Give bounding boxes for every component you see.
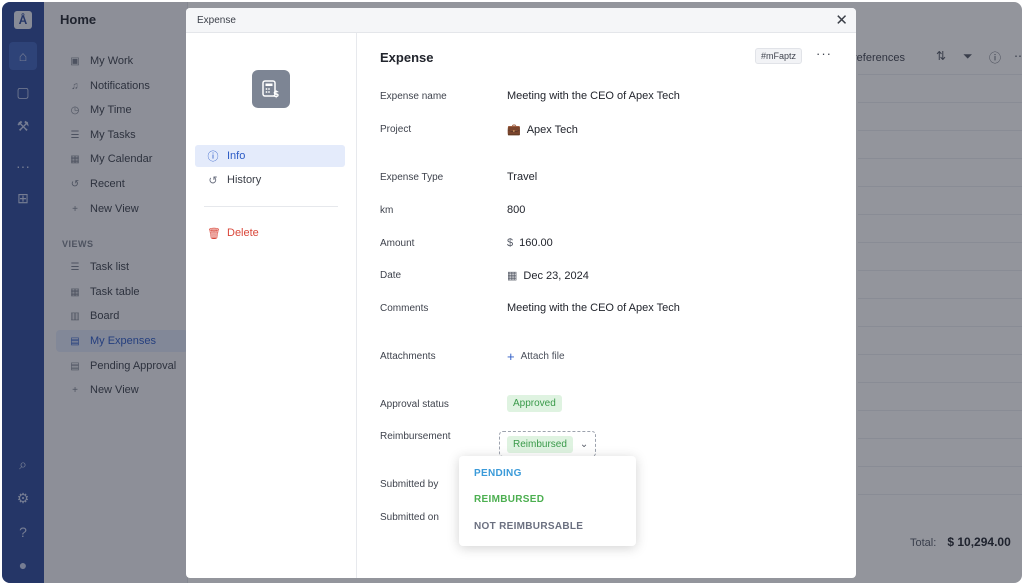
chevron-down-icon: ⌄ (579, 438, 589, 450)
info-icon: ⓘ (207, 151, 219, 163)
nav-history[interactable]: ↺ History (195, 169, 345, 191)
comments-label: Comments (380, 303, 429, 314)
nav-info[interactable]: ⓘ Info (195, 145, 345, 167)
modal-header-title: Expense (197, 15, 236, 26)
expense-name-label: Expense name (380, 91, 447, 102)
modal-nav-panel: $ ⓘ Info ↺ History 🗑 Delete (186, 33, 357, 578)
calendar-icon: ▦ (507, 270, 518, 282)
attach-file-label: Attach file (520, 351, 565, 362)
reimbursement-dropdown: PENDING REIMBURSED NOT REIMBURSABLE (459, 456, 636, 546)
expense-icon: $ (252, 70, 290, 108)
submitted-by-label: Submitted by (380, 479, 439, 490)
approval-status-field[interactable]: Approved (507, 395, 562, 412)
calculator-dollar-icon: $ (262, 80, 279, 99)
reimbursement-label: Reimbursement (380, 431, 451, 442)
history-icon: ↺ (208, 174, 218, 187)
amount-label: Amount (380, 238, 415, 249)
modal-header: Expense ✕ (186, 8, 856, 33)
delete-label: Delete (227, 227, 259, 239)
status-badge: Approved (507, 395, 562, 412)
trash-icon: 🗑 (207, 227, 221, 240)
plus-icon: + (507, 349, 515, 364)
option-reimbursed[interactable]: REIMBURSED (474, 494, 544, 505)
currency-symbol: $ (507, 237, 514, 249)
expense-id-tag[interactable]: #mFaptz (755, 48, 803, 64)
amount-value: 160.00 (519, 237, 553, 249)
date-value: Dec 23, 2024 (523, 269, 589, 282)
reimbursement-badge: Reimbursed (507, 435, 573, 453)
reimbursement-select[interactable]: Reimbursed ⌄ (499, 431, 596, 457)
date-field[interactable]: ▦ Dec 23, 2024 (507, 269, 589, 283)
submitted-on-label: Submitted on (380, 512, 439, 523)
expense-type-field[interactable]: Travel (507, 171, 537, 183)
project-label: Project (380, 124, 412, 135)
more-options-icon[interactable]: ··· (816, 46, 832, 61)
delete-button[interactable]: 🗑 Delete (195, 222, 345, 244)
expense-title: Expense (380, 50, 434, 65)
date-label: Date (380, 270, 402, 281)
nav-info-label: Info (227, 150, 246, 162)
expense-name-field[interactable]: Meeting with the CEO of Apex Tech (507, 90, 680, 102)
option-not-reimbursable[interactable]: NOT REIMBURSABLE (474, 521, 583, 532)
project-field[interactable]: 💼 Apex Tech (507, 123, 578, 137)
project-value: Apex Tech (526, 123, 578, 136)
km-label: km (380, 205, 394, 216)
amount-field[interactable]: $ 160.00 (507, 237, 553, 249)
briefcase-icon: 💼 (507, 124, 521, 136)
nav-divider (204, 206, 338, 207)
option-pending[interactable]: PENDING (474, 468, 522, 479)
expense-type-label: Expense Type (380, 172, 444, 183)
attachments-label: Attachments (380, 351, 436, 362)
close-icon[interactable]: ✕ (835, 11, 848, 29)
nav-history-label: History (227, 174, 262, 186)
attach-file-button[interactable]: + Attach file (507, 349, 565, 364)
svg-text:$: $ (273, 90, 279, 99)
comments-field[interactable]: Meeting with the CEO of Apex Tech (507, 302, 680, 314)
km-field[interactable]: 800 (507, 204, 525, 216)
approval-status-label: Approval status (380, 399, 449, 410)
